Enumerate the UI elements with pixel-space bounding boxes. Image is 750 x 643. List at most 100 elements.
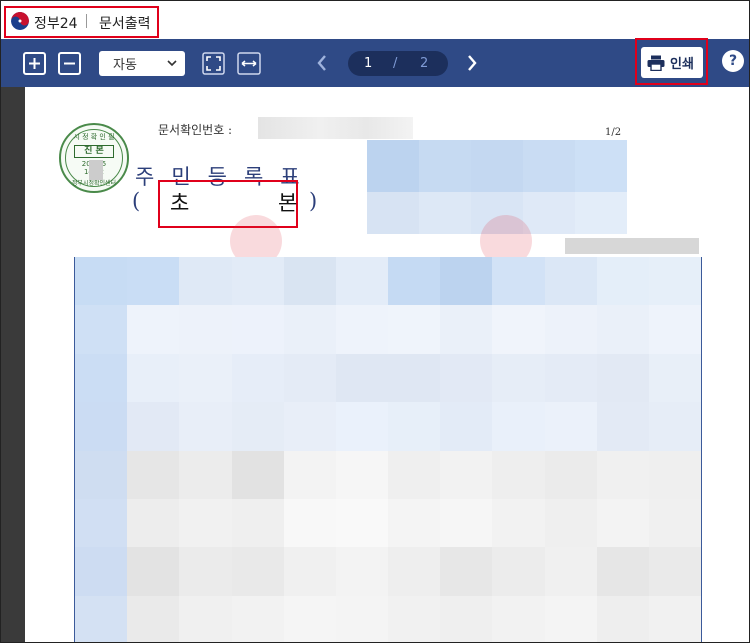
zoom-out-button[interactable] [58,52,81,75]
redacted-cell [596,547,649,596]
issuer-redacted [565,238,699,254]
redacted-table [75,257,701,642]
page-separator: / [393,56,398,71]
redacted-cell [648,547,701,596]
redacted-cell [335,257,388,306]
redacted-cell [492,547,545,596]
redacted-cell [127,498,180,548]
redacted-cell [283,257,336,306]
redacted-cell [179,353,232,403]
redacted-cell [75,257,128,306]
redacted-cell [231,450,284,499]
redacted-cell [648,498,701,548]
redacted-cell [75,353,128,403]
redacted-cell [179,450,232,499]
redacted-cell [179,595,232,642]
redacted-cell [492,257,545,306]
document-page: 문서확인번호 : 1/2 시 정 확 인 필 진 본 202 25 14 02 … [25,87,749,642]
redacted-cell [492,450,545,499]
redacted-cell [388,257,441,306]
redacted-cell [544,305,597,354]
seal-center-text: 진 본 [74,145,114,158]
seal-redacted [89,160,103,180]
redacted-cell [544,498,597,548]
redacted-cell [335,305,388,354]
redacted-cell [440,547,493,596]
redacted-cell [648,305,701,354]
redacted-cell [596,595,649,642]
fit-width-icon [237,52,261,75]
fit-page-button[interactable] [202,52,225,75]
fit-width-button[interactable] [237,52,261,75]
redacted-cell [231,547,284,596]
redacted-cell [388,498,441,548]
zoom-in-button[interactable] [23,52,46,75]
title-bar: 정부24 문서출력 [1,1,749,39]
redacted-cell [544,257,597,306]
next-page-button[interactable] [463,53,481,73]
redacted-cell [283,547,336,596]
redacted-cell [75,547,128,596]
redacted-cell [492,498,545,548]
zoom-select[interactable]: 자동 [99,51,185,76]
page-indicator: 1/2 [605,127,622,138]
authenticity-seal: 시 정 확 인 필 진 본 202 25 14 02 정부시정확인센터 [59,123,129,193]
redacted-cell [231,353,284,403]
window: 정부24 문서출력 자동 1 / 2 인쇄 ? 문서확인번호: 1/2 시 정… [0,0,750,643]
current-page-number[interactable]: 1 [364,56,372,71]
redacted-cell [283,450,336,499]
redacted-cell [544,450,597,499]
redacted-cell [231,498,284,548]
redacted-cell [440,595,493,642]
title-separator [86,14,87,28]
chevron-left-icon [317,55,326,71]
redacted-cell [75,305,128,354]
redacted-cell [388,305,441,354]
print-button-label: 인쇄 [670,57,694,72]
redacted-cell [75,402,128,451]
redacted-cell [283,353,336,403]
redacted-cell [127,450,180,499]
redacted-cell [179,305,232,354]
redacted-cell [335,595,388,642]
redacted-cell [492,353,545,403]
redacted-cell [544,547,597,596]
redacted-cell [440,450,493,499]
redacted-cell [440,257,493,306]
redacted-cell [127,402,180,451]
help-button[interactable]: ? [722,50,744,72]
paren-close: ) [309,189,318,213]
viewer-gutter [1,87,25,642]
seal-top-text: 시 정 확 인 필 [73,133,115,141]
chevron-down-icon [167,60,177,67]
document-viewer[interactable]: 문서확인번호 : 1/2 시 정 확 인 필 진 본 202 25 14 02 … [1,87,749,642]
redacted-cell [388,450,441,499]
redacted-cell [648,257,701,306]
redacted-cell [648,595,701,642]
redacted-cell [648,353,701,403]
redacted-cell [596,257,649,306]
redacted-cell [596,450,649,499]
redacted-cell [492,595,545,642]
redacted-cell [127,257,180,306]
document-subtitle: 초 본 [170,187,297,217]
redacted-cell [231,402,284,451]
redacted-cell [127,305,180,354]
redacted-cell [179,257,232,306]
redacted-cell [440,353,493,403]
previous-page-button[interactable] [313,53,331,73]
doc-number-redacted [258,117,413,139]
subtitle-char-2: 본 [278,191,298,215]
redacted-cell [179,547,232,596]
expand-icon [202,52,225,75]
redacted-cell [179,402,232,451]
redacted-cell [492,305,545,354]
print-button[interactable]: 인쇄 [641,47,703,78]
chevron-right-icon [468,55,477,71]
app-title: 정부24 [34,16,78,32]
subtitle-char-1: 초 [170,191,190,215]
redacted-cell [75,450,128,499]
redacted-cell [179,498,232,548]
redacted-cell [231,305,284,354]
redacted-cell [335,353,388,403]
